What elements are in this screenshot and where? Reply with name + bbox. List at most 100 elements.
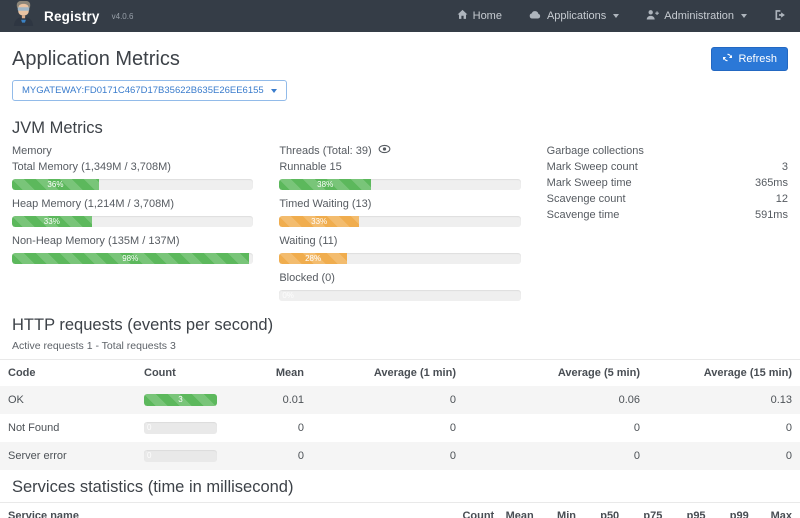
metric-label: Non-Heap Memory (135M / 137M) [12, 234, 253, 249]
http-avg1: 0 [312, 414, 464, 442]
threads-title: Threads (Total: 39) [279, 143, 520, 159]
col-header-max: Max [757, 503, 800, 518]
gc-row: Scavenge time 591ms [547, 207, 788, 223]
gc-value: 365ms [755, 175, 788, 191]
col-header-mean: Mean [498, 503, 541, 518]
gc-value: 591ms [755, 207, 788, 223]
refresh-icon [722, 52, 733, 66]
brand[interactable]: Registry v4.0.6 [12, 1, 133, 31]
progress-track: 33% [12, 216, 253, 227]
progress-track: 36% [12, 179, 253, 190]
memory-column: Memory Total Memory (1,349M / 3,708M) 36… [12, 143, 253, 308]
http-table-header-row: Code Count Mean Average (1 min) Average … [0, 360, 800, 387]
runnable-bar: 38% [279, 179, 371, 190]
page-head: Application Metrics Refresh [0, 32, 800, 78]
nav-logout[interactable] [774, 9, 786, 24]
services-statistics-title: Services statistics (time in millisecond… [12, 478, 788, 497]
navbar: Registry v4.0.6 Home Applications [0, 0, 800, 32]
metric-label: Blocked (0) [279, 271, 520, 286]
http-mean: 0 [256, 442, 312, 470]
user-plus-icon [646, 9, 659, 23]
services-table-header-row: Service name Count Mean Min p50 p75 p95 … [0, 503, 800, 518]
http-requests-title: HTTP requests (events per second) [12, 316, 788, 335]
cloud-icon [529, 9, 542, 23]
threads-column: Threads (Total: 39) Runnable 15 38% Time… [279, 143, 520, 308]
col-header-min: Min [541, 503, 584, 518]
total-memory-bar: 36% [12, 179, 99, 190]
http-avg15: 0 [648, 442, 800, 470]
progress-track: 98% [12, 253, 253, 264]
gc-label: Scavenge time [547, 207, 620, 223]
col-header-count: Count [136, 360, 256, 387]
nav-items: Home Applications Administration [457, 9, 786, 24]
threads-title-label: Threads (Total: 39) [279, 143, 371, 159]
http-row-server-error: Server error 0 0 0 0 0 [0, 442, 800, 470]
progress-track: 33% [279, 216, 520, 227]
page-title: Application Metrics [12, 48, 180, 71]
gc-value: 3 [782, 159, 788, 175]
gc-column: Garbage collections Mark Sweep count 3 M… [547, 143, 788, 308]
heap-memory-bar: 33% [12, 216, 92, 227]
chevron-down-icon [613, 14, 619, 18]
col-header-count: Count [454, 503, 497, 518]
http-avg5: 0.06 [464, 386, 648, 414]
progress-track: 38% [279, 179, 520, 190]
metric-label: Runnable 15 [279, 160, 520, 175]
http-code: Server error [0, 442, 136, 470]
services-statistics-table: Service name Count Mean Min p50 p75 p95 … [0, 502, 800, 518]
instance-selector-label: MYGATEWAY:FD0171C467D17B35622B635E26EE61… [22, 85, 264, 96]
jvm-metrics-title: JVM Metrics [12, 119, 788, 138]
http-requests-table: Code Count Mean Average (1 min) Average … [0, 359, 800, 470]
metric-label: Waiting (11) [279, 234, 520, 249]
col-header-code: Code [0, 360, 136, 387]
http-row-not-found: Not Found 0 0 0 0 0 [0, 414, 800, 442]
http-avg15: 0 [648, 414, 800, 442]
gc-row: Scavenge count 12 [547, 191, 788, 207]
brand-name: Registry [44, 9, 100, 24]
col-header-service-name: Service name [0, 503, 454, 518]
http-code: OK [0, 386, 136, 414]
timed-waiting-bar: 33% [279, 216, 359, 227]
count-bar-track: 0 [144, 422, 217, 434]
gc-row: Mark Sweep count 3 [547, 159, 788, 175]
metric-label: Timed Waiting (13) [279, 197, 520, 212]
gc-title: Garbage collections [547, 143, 788, 159]
nav-administration[interactable]: Administration [646, 9, 747, 23]
brand-version: v4.0.6 [112, 12, 134, 21]
nav-home[interactable]: Home [457, 9, 502, 23]
memory-title: Memory [12, 143, 253, 159]
gc-label: Mark Sweep count [547, 159, 638, 175]
nav-applications[interactable]: Applications [529, 9, 619, 23]
gc-value: 12 [776, 191, 788, 207]
refresh-button[interactable]: Refresh [711, 47, 788, 71]
http-mean: 0.01 [256, 386, 312, 414]
instance-selector-dropdown[interactable]: MYGATEWAY:FD0171C467D17B35622B635E26EE61… [12, 80, 287, 101]
gc-row: Mark Sweep time 365ms [547, 175, 788, 191]
jhipster-avatar-logo [12, 1, 35, 31]
nav-home-label: Home [473, 10, 502, 22]
home-icon [457, 9, 468, 23]
http-avg5: 0 [464, 414, 648, 442]
waiting-bar: 28% [279, 253, 347, 264]
http-code: Not Found [0, 414, 136, 442]
nav-administration-label: Administration [664, 10, 734, 22]
refresh-label: Refresh [738, 53, 777, 65]
col-header-p99: p99 [714, 503, 757, 518]
blocked-bar: 0% [279, 290, 282, 301]
metric-label: Heap Memory (1,214M / 3,708M) [12, 197, 253, 212]
jvm-metrics-grid: Memory Total Memory (1,349M / 3,708M) 36… [0, 143, 800, 308]
count-bar-track: 0 [144, 450, 217, 462]
nav-applications-label: Applications [547, 10, 606, 22]
http-requests-subtitle: Active requests 1 - Total requests 3 [12, 340, 788, 352]
eye-icon[interactable] [378, 143, 391, 159]
count-bar: 3 [144, 394, 217, 406]
col-header-p95: p95 [670, 503, 713, 518]
col-header-p50: p50 [584, 503, 627, 518]
col-header-p75: p75 [627, 503, 670, 518]
http-mean: 0 [256, 414, 312, 442]
sign-out-icon [774, 9, 786, 24]
http-avg1: 0 [312, 386, 464, 414]
http-avg5: 0 [464, 442, 648, 470]
col-header-avg1: Average (1 min) [312, 360, 464, 387]
http-avg15: 0.13 [648, 386, 800, 414]
